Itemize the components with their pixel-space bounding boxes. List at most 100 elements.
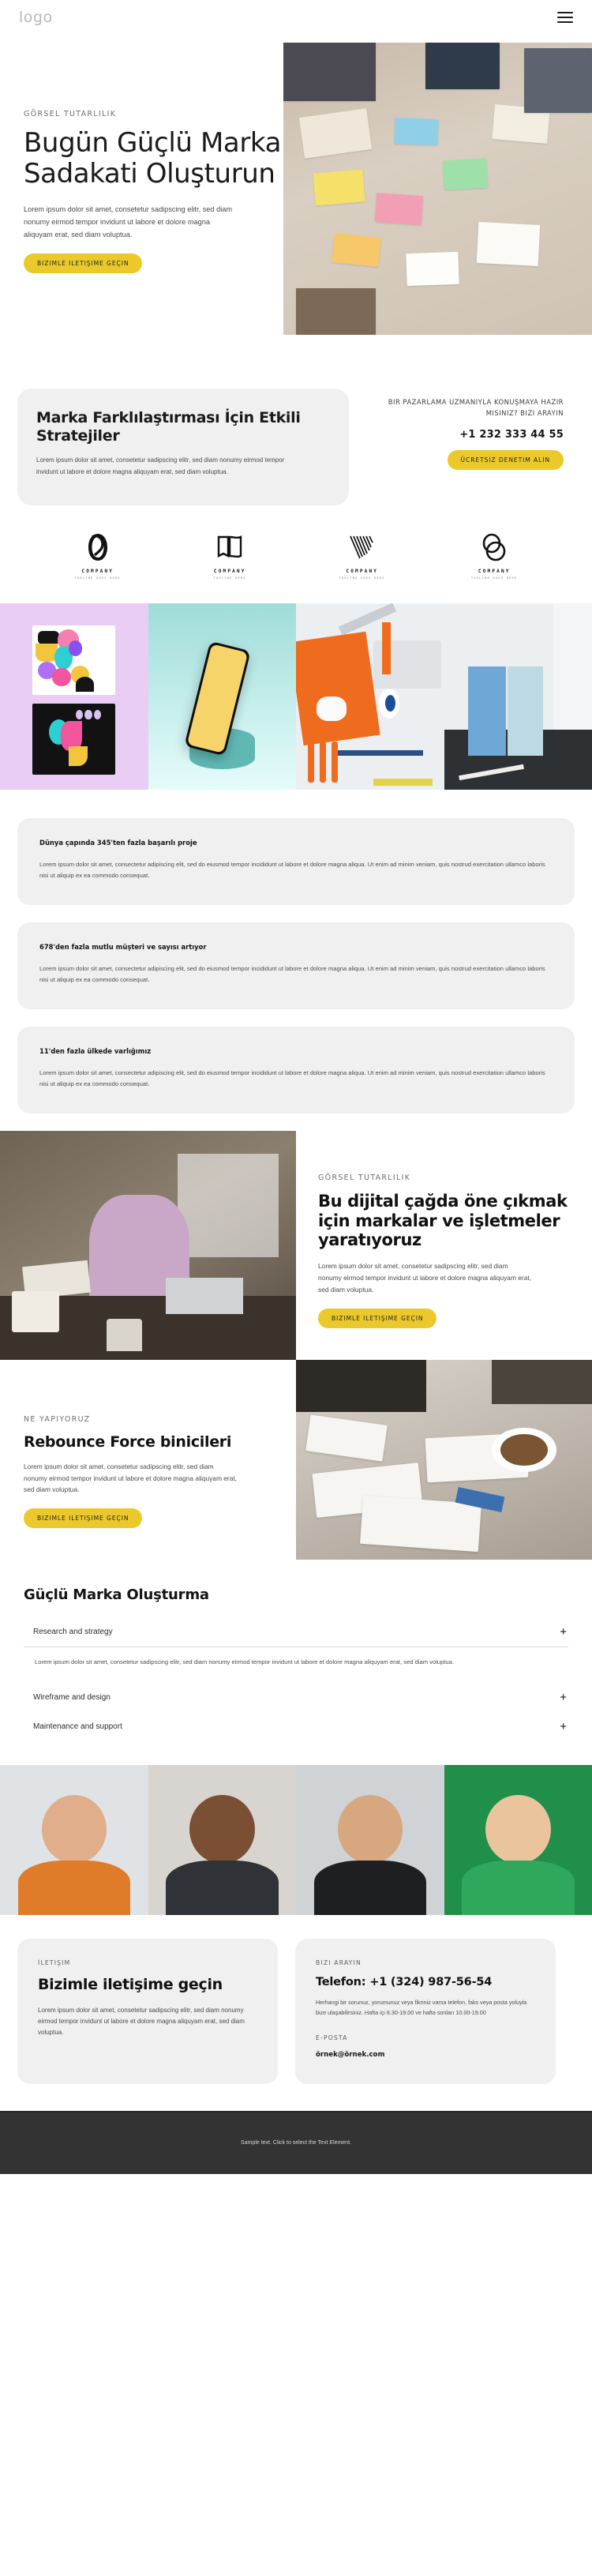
strategy-section: Marka Farklılaştırması İçin Etkili Strat… xyxy=(0,374,592,505)
stats-cards-section: Dünya çapında 345'ten fazla başarılı pro… xyxy=(0,790,592,1131)
rebounce-paragraph: Lorem ipsum dolor sit amet, consetetur s… xyxy=(24,1462,238,1494)
plus-icon[interactable]: + xyxy=(560,1626,567,1638)
striped-v-logo-icon xyxy=(327,531,398,564)
stat-card: 678'den fazla mutlu müşteri ve sayısı ar… xyxy=(17,922,575,1010)
portfolio-gallery xyxy=(0,603,592,790)
stat-card-text: Lorem ipsum dolor sit amet, consectetur … xyxy=(39,860,545,879)
rebounce-copy: NE YAPIYORUZ Rebounce Force binicileri L… xyxy=(0,1360,296,1560)
portrait-woman-green xyxy=(444,1764,592,1915)
digital-image xyxy=(0,1131,296,1361)
infinity-loop-logo-icon xyxy=(62,531,133,564)
accordion-label: Wireframe and design xyxy=(33,1692,111,1702)
strategy-phone[interactable]: +1 232 333 44 55 xyxy=(366,429,564,441)
contact-phone[interactable]: Telefon: +1 (324) 987-56-54 xyxy=(316,1976,535,1988)
strategy-callout: BIR PAZARLAMA UZMANIYLA KONUŞMAYA HAZIR … xyxy=(388,398,564,418)
stat-card-title: 11'den fazla ülkede varlığımız xyxy=(39,1047,152,1056)
accordion-label: Maintenance and support xyxy=(33,1722,122,1731)
brainstorming-table-photo xyxy=(283,43,592,335)
contact-eyebrow: İLETIŞIM xyxy=(38,1958,71,1966)
contact-hours: Herhangi bir sorunuz, yorumunuz veya fik… xyxy=(316,1998,527,2016)
hamburger-menu-icon[interactable] xyxy=(557,12,573,23)
team-meeting-photo xyxy=(296,1360,592,1560)
gallery-item-paper-cards[interactable] xyxy=(444,603,592,790)
stat-card-title: 678'den fazla mutlu müşteri ve sayısı ar… xyxy=(39,943,207,952)
hero-section: GÖRSEL TUTARLILIK Bugün Güçlü Marka Sada… xyxy=(0,35,592,374)
hero-image xyxy=(283,43,592,335)
client-logo-item: COMPANY TAGLINE GOES HERE xyxy=(62,531,133,580)
stat-card-title: Dünya çapında 345'ten fazla başarılı pro… xyxy=(39,838,197,847)
call-us-eyebrow: BIZI ARAYIN xyxy=(316,1958,362,1966)
site-header: logo xyxy=(0,0,592,35)
plus-icon[interactable]: + xyxy=(560,1692,567,1703)
client-logos-row: COMPANY TAGLINE GOES HERE COMPANY TAGLIN… xyxy=(0,505,592,603)
burger-line xyxy=(557,21,573,23)
digital-title: Bu dijital çağda öne çıkmak için markala… xyxy=(318,1192,568,1249)
double-ring-logo-icon xyxy=(459,531,530,564)
site-logo[interactable]: logo xyxy=(19,9,53,26)
accordion-section: Güçlü Marka Oluşturma Research and strat… xyxy=(0,1560,592,1764)
client-logo-name: COMPANY xyxy=(478,568,511,574)
woman-working-in-office-photo xyxy=(0,1131,296,1361)
open-book-logo-icon xyxy=(194,531,265,564)
client-logo-item: COMPANY TAGLINE GOES HERE xyxy=(327,531,398,580)
portrait-woman-glasses xyxy=(148,1764,296,1915)
accordion-heading: Güçlü Marka Oluşturma xyxy=(24,1587,209,1604)
portrait-man-orange xyxy=(0,1764,148,1915)
footer-text[interactable]: Sample text. Click to select the Text El… xyxy=(241,2140,351,2146)
digital-paragraph: Lorem ipsum dolor sit amet, consetetur s… xyxy=(318,1262,532,1294)
digital-copy: GÖRSEL TUTARLILIK Bu dijital çağda öne ç… xyxy=(296,1131,592,1361)
hero-cta-button[interactable]: BIZIMLE ILETIŞIME GEÇIN xyxy=(24,253,143,274)
gallery-item-desk-flatlay[interactable] xyxy=(296,603,444,790)
accordion-body-text: Lorem ipsum dolor sit amet, consetetur s… xyxy=(35,1658,454,1666)
rebounce-eyebrow: NE YAPIYORUZ xyxy=(24,1415,91,1425)
stat-card-text: Lorem ipsum dolor sit amet, consectetur … xyxy=(39,1069,545,1088)
stat-card-text: Lorem ipsum dolor sit amet, consectetur … xyxy=(39,965,545,984)
gallery-item-brand-cards[interactable] xyxy=(0,603,148,790)
client-logo-tagline: TAGLINE GOES HERE xyxy=(74,576,121,580)
burger-line xyxy=(557,17,573,18)
stat-card: 11'den fazla ülkede varlığımız Lorem ips… xyxy=(17,1027,575,1114)
client-logo-item: COMPANY TAGLINE HERE xyxy=(194,531,265,580)
rebounce-cta-button[interactable]: BIZIMLE ILETIŞIME GEÇIN xyxy=(24,1508,143,1529)
portrait-bearded-man xyxy=(296,1764,444,1915)
client-logo-name: COMPANY xyxy=(81,568,114,574)
accordion-item-maintenance[interactable]: Maintenance and support + xyxy=(24,1712,568,1741)
accordion-item-wireframe[interactable]: Wireframe and design + xyxy=(24,1683,568,1712)
strategy-card: Marka Farklılaştırması İçin Etkili Strat… xyxy=(17,389,349,505)
client-logo-tagline: TAGLINE HERE xyxy=(213,576,246,580)
rebounce-section: NE YAPIYORUZ Rebounce Force binicileri L… xyxy=(0,1360,592,1560)
client-logo-tagline: TAGLINE GOES HERE xyxy=(339,576,385,580)
plus-icon[interactable]: + xyxy=(560,1721,567,1733)
free-audit-button[interactable]: ÜCRETSIZ DENETIM ALIN xyxy=(447,449,564,470)
contact-intro-card: İLETIŞIM Bizimle iletişime geçin Lorem i… xyxy=(17,1938,278,2084)
strategy-title: Marka Farklılaştırması İçin Etkili Strat… xyxy=(36,409,301,445)
contact-paragraph: Lorem ipsum dolor sit amet, consetetur s… xyxy=(38,2006,245,2037)
hero-title: Bugün Güçlü Marka Sadakati Oluşturun xyxy=(24,127,282,190)
contact-section: İLETIŞIM Bizimle iletişime geçin Lorem i… xyxy=(0,1915,592,2111)
email-eyebrow: E-POSTA xyxy=(316,2033,348,2041)
hero-copy: GÖRSEL TUTARLILIK Bugün Güçlü Marka Sada… xyxy=(24,110,284,274)
client-logo-name: COMPANY xyxy=(346,568,379,574)
gallery-item-phone-mockup[interactable] xyxy=(148,603,296,790)
digital-cta-button[interactable]: BIZIMLE ILETIŞIME GEÇIN xyxy=(318,1309,437,1329)
strategy-paragraph: Lorem ipsum dolor sit amet, consetetur s… xyxy=(36,456,285,476)
accordion-body-research: Lorem ipsum dolor sit amet, consetetur s… xyxy=(24,1647,568,1682)
strategy-contact-block: BIR PAZARLAMA UZMANIYLA KONUŞMAYA HAZIR … xyxy=(366,389,564,470)
team-portraits-strip xyxy=(0,1764,592,1915)
site-footer: Sample text. Click to select the Text El… xyxy=(0,2110,592,2174)
accordion-header[interactable]: Research and strategy + xyxy=(24,1617,568,1647)
digital-eyebrow: GÖRSEL TUTARLILIK xyxy=(318,1173,411,1183)
accordion-header[interactable]: Maintenance and support + xyxy=(24,1712,568,1741)
contact-title: Bizimle iletişime geçin xyxy=(38,1975,223,1993)
accordion-header[interactable]: Wireframe and design + xyxy=(24,1683,568,1712)
hero-paragraph: Lorem ipsum dolor sit amet, consetetur s… xyxy=(24,205,233,239)
stat-card: Dünya çapında 345'ten fazla başarılı pro… xyxy=(17,817,575,906)
burger-line xyxy=(557,12,573,13)
accordion-item-research[interactable]: Research and strategy + xyxy=(24,1617,568,1648)
client-logo-item: COMPANY TAGLINE GOES HERE xyxy=(459,531,530,580)
contact-email[interactable]: örnek@örnek.com xyxy=(316,2051,535,2059)
rebounce-title: Rebounce Force binicileri xyxy=(24,1433,232,1451)
client-logo-tagline: TAGLINE GOES HERE xyxy=(470,576,518,580)
accordion-label: Research and strategy xyxy=(33,1628,113,1637)
rebounce-image xyxy=(296,1360,592,1560)
